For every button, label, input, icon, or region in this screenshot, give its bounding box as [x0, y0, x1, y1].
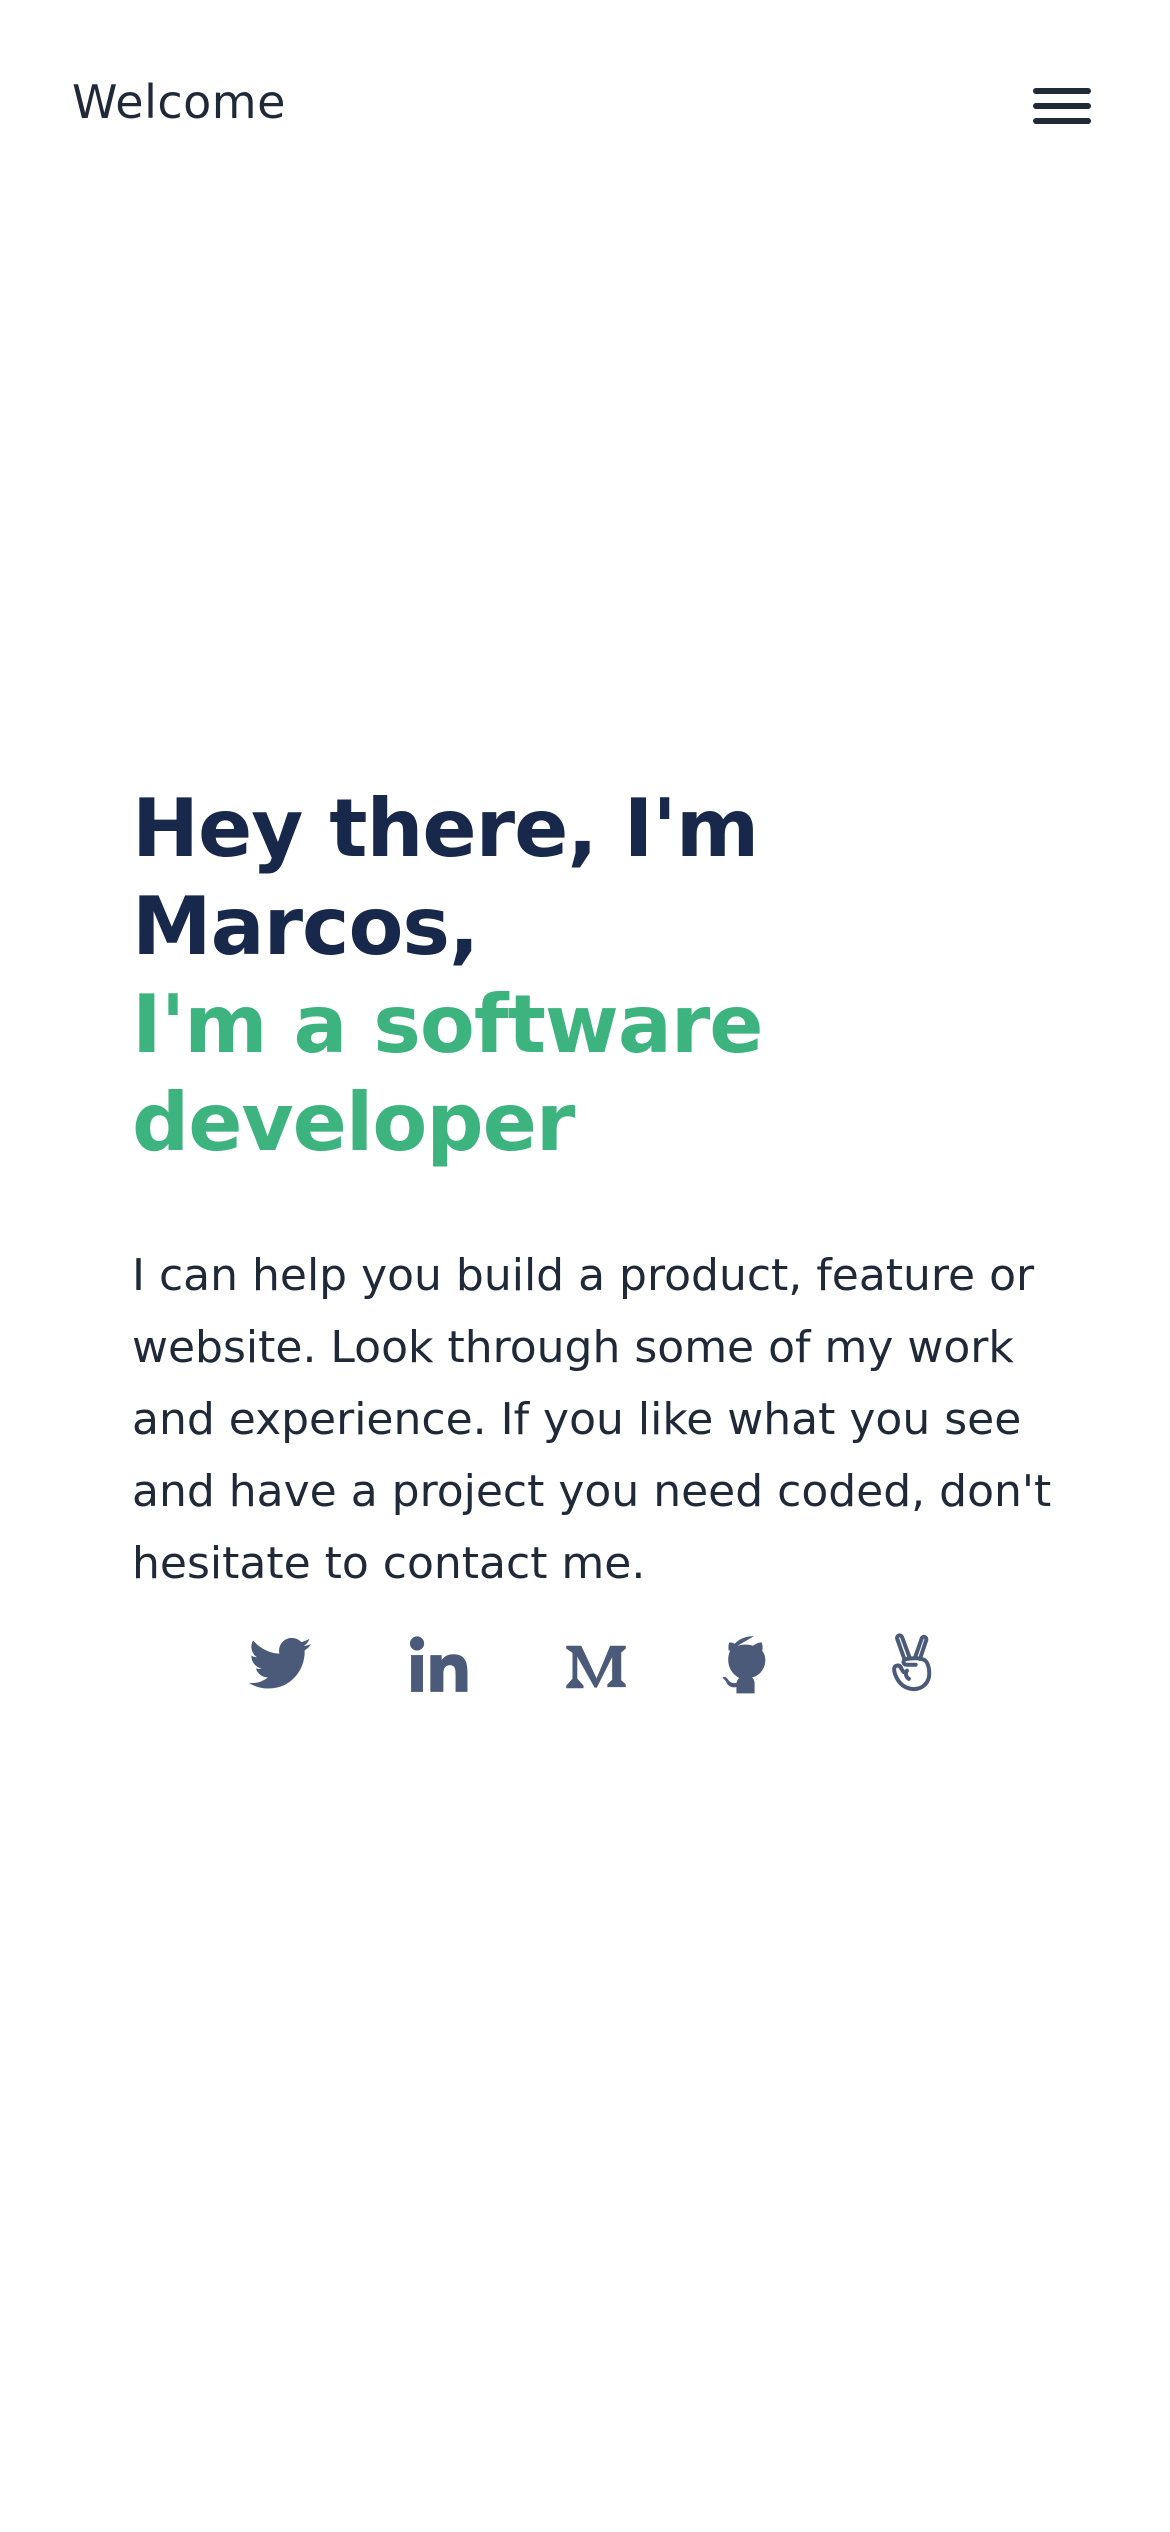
headline-greeting: Hey there, I'm Marcos, [132, 782, 759, 973]
github-link[interactable] [714, 1625, 794, 1705]
menu-bar-middle [1033, 103, 1091, 109]
medium-link[interactable] [556, 1625, 636, 1705]
angellist-link[interactable] [872, 1625, 952, 1705]
linkedin-icon [409, 1636, 468, 1692]
hero-section: Hey there, I'm Marcos, I'm a software de… [132, 780, 1062, 1600]
social-links [240, 1625, 952, 1705]
twitter-icon [248, 1637, 312, 1689]
menu-bar-top [1033, 88, 1091, 94]
brand-title[interactable]: Welcome [72, 72, 286, 132]
hero-headline: Hey there, I'm Marcos, I'm a software de… [132, 780, 1062, 1172]
linkedin-link[interactable] [398, 1625, 478, 1705]
headline-role: I'm a software developer [132, 978, 764, 1169]
angellist-icon [892, 1633, 932, 1692]
medium-icon [566, 1645, 626, 1689]
hamburger-menu-icon[interactable] [1033, 84, 1091, 128]
menu-bar-bottom [1033, 118, 1091, 124]
intro-paragraph: I can help you build a product, feature … [132, 1250, 1052, 1589]
top-bar: Welcome [0, 0, 1170, 210]
twitter-link[interactable] [240, 1625, 320, 1705]
github-icon [722, 1636, 766, 1694]
